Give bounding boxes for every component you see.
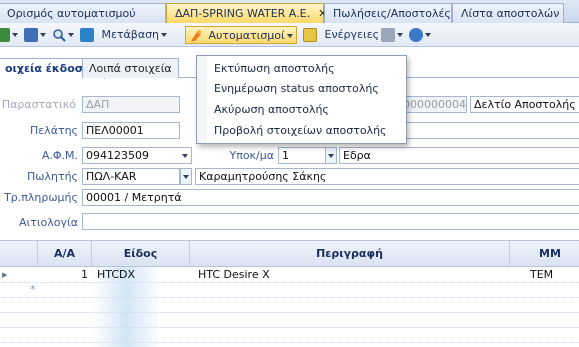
customer-name-field[interactable] [399,122,579,139]
tab-dap-spring-water[interactable]: ΔΑΠ-SPRING WATER A.E. ✕ [166,3,327,23]
column-header-item[interactable]: Είδος [92,241,190,267]
tab-sales-shipments[interactable]: Πωλήσεις/Αποστολές [324,3,452,23]
table-row-empty[interactable] [0,328,579,343]
cell-item[interactable]: HTCDX [97,268,135,283]
save-icon [24,28,38,42]
new-doc-icon [0,28,10,42]
tab-shipment-list[interactable]: Λίστα αποστολών [452,3,564,23]
navigate-button[interactable]: Μετάβαση [80,26,168,44]
navigate-icon [80,28,94,42]
help-icon [409,28,423,42]
tab-other-details[interactable]: Λοιπά στοιχεία [82,58,179,78]
seller-dropdown[interactable] [180,168,192,185]
branch-dropdown[interactable] [325,147,337,164]
payment-field[interactable]: 00001 / Μετρητά [82,189,579,206]
chevron-down-icon [286,34,293,38]
chevron-down-icon [12,33,18,37]
seller-name-field[interactable]: Καραμητρούσης Σάκης [195,168,579,185]
cell-aa[interactable]: 1 [38,268,88,283]
chevron-down-icon [68,33,74,37]
branch-field[interactable]: 1 [278,147,326,164]
save-button[interactable] [24,26,46,44]
menu-item-cancel-shipment[interactable]: Ακύρωση αποστολής [214,101,329,119]
tab-label: Λίστα αποστολών [461,7,560,20]
actions-label: Ενέργειες [324,28,380,41]
payment-label: Τρ.πληρωμής [4,191,78,204]
customer-label: Πελάτης [29,124,78,137]
search-icon [53,29,66,42]
items-grid: Α/Α Είδος Περιγραφή ΜΜ ▸ 1 HTCDX HTC Des… [0,240,579,347]
column-header-description[interactable]: Περιγραφή [190,241,510,267]
seller-label: Πωλητής [26,170,78,183]
document-tab-strip: Ορισμός αυτοματισμού ΔΑΠ-SPRING WATER A.… [0,0,579,23]
chevron-down-icon [425,33,431,37]
actions-icon [303,28,317,42]
toolbar: Μετάβαση Αυτοματισμοί Ενέργειες [0,23,579,47]
document-type-field[interactable]: Δελτίο Αποστολής Πω [470,96,579,113]
table-row[interactable]: ▸ 1 HTCDX HTC Desire X TEM [0,268,579,283]
reason-label: Αιτιολογία [18,216,78,229]
navigate-label: Μετάβαση [101,28,160,41]
actions-button[interactable]: Ενέργειες [303,26,388,44]
table-row-empty[interactable] [0,313,579,328]
seller-field[interactable]: ΠΩΛ-KAR [82,168,180,185]
tab-label: Ορισμός αυτοματισμού [7,7,136,20]
cell-unit[interactable]: TEM [530,268,553,283]
vat-label: Α.Φ.Μ. [41,149,78,162]
menu-item-view-shipment[interactable]: Προβολή στοιχείων αποστολής [214,122,387,140]
vat-field[interactable]: 094123509 [82,147,190,164]
column-header-aa[interactable]: Α/Α [38,241,92,267]
menu-gutter [197,56,207,143]
search-button[interactable] [52,26,74,44]
customer-field[interactable]: ΠΕΛ00001 [82,122,180,139]
table-row-new[interactable]: * [0,283,579,298]
row-indicator-header [0,241,38,267]
automations-label: Αυτοματισμοί [208,29,285,42]
chevron-down-icon [40,33,46,37]
document-number-field[interactable]: 0000000045 [399,96,467,113]
tab-automation-definition[interactable]: Ορισμός αυτοματισμού [0,3,166,23]
column-header-unit[interactable]: ΜΜ [510,241,579,267]
table-row-empty[interactable] [0,298,579,313]
menu-item-update-status[interactable]: Ενημέρωση status αποστολής [214,80,379,98]
cell-description[interactable]: HTC Desire X [198,268,270,283]
document-label: Παραστατικό [1,98,76,111]
new-row-indicator: * [30,283,36,296]
document-series-field[interactable]: ΔΑΠ [82,96,180,113]
new-document-button[interactable] [0,26,18,44]
tab-label: Πωλήσεις/Αποστολές [333,7,451,20]
grid-header: Α/Α Είδος Περιγραφή ΜΜ [0,240,579,267]
row-indicator: ▸ [2,268,8,281]
print-button[interactable] [381,26,403,44]
menu-item-print-shipment[interactable]: Εκτύπωση αποστολής [214,60,335,78]
help-button[interactable] [409,26,431,44]
vat-dropdown[interactable] [180,147,192,164]
tab-label: ΔΑΠ-SPRING WATER A.E. [175,7,311,20]
branch-name-field[interactable]: Εδρα [339,147,579,164]
branch-label: Υποκ/μα [229,149,274,162]
chevron-down-icon [161,33,168,37]
reason-field[interactable] [82,213,579,230]
automations-menu: Εκτύπωση αποστολής Ενημέρωση status αποσ… [196,55,407,144]
automations-button[interactable]: Αυτοματισμοί [185,26,297,44]
automation-icon [191,30,201,41]
chevron-down-icon [397,33,403,37]
print-icon [381,28,395,42]
